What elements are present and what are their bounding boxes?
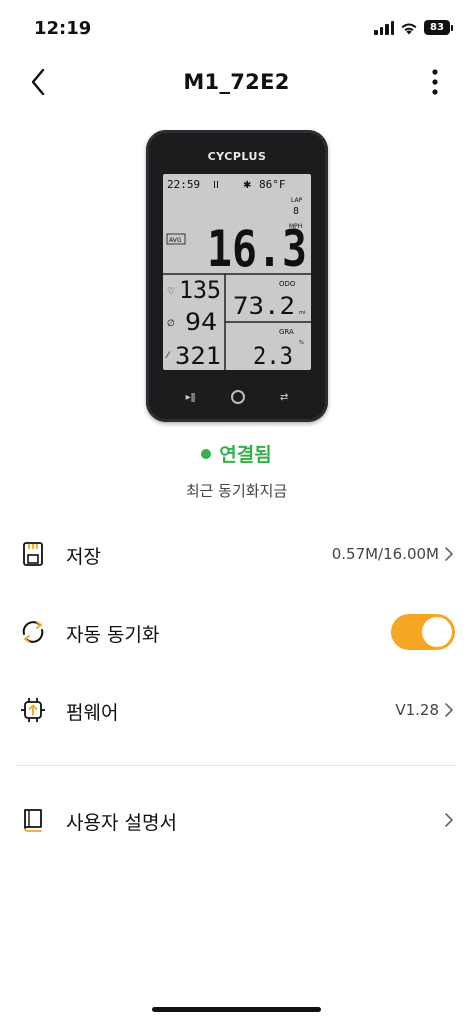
last-sync-text: 최근 동기화지금 (185, 482, 288, 500)
screen-gra-unit: % (299, 340, 304, 346)
screen-gra-value: 2.3 (253, 342, 293, 370)
home-indicator[interactable] (152, 1007, 321, 1012)
user-manual-row[interactable]: 사용자 설명서 (0, 790, 473, 850)
more-options-button[interactable] (417, 64, 453, 100)
status-time: 12:19 (34, 18, 92, 39)
device-brand: CYCPLUS (207, 150, 267, 163)
device-image: CYCPLUS 22:59 II ✱ 86°F LAP 8 AVG 16.3 M… (146, 130, 328, 422)
connected-dot-icon (201, 449, 212, 459)
play-pause-icon: ▸ǁ (185, 391, 196, 403)
device-buttons: ▸ǁ ⇄ (146, 390, 328, 404)
screen-avg-label: AVG (169, 237, 182, 244)
connection-status: 연결됨 (0, 440, 473, 467)
screen-lap-label: LAP (291, 197, 303, 204)
auto-sync-toggle[interactable] (391, 614, 455, 650)
storage-label: 저장 (66, 546, 101, 568)
status-icons: 83 (374, 20, 453, 35)
device-screen: 22:59 II ✱ 86°F LAP 8 AVG 16.3 MPH ♡ 135… (163, 174, 311, 370)
toggle-knob (422, 617, 452, 647)
connection-status-text: 연결됨 (219, 444, 272, 466)
page-title: M1_72E2 (183, 70, 290, 94)
screen-speed-unit: MPH (289, 223, 302, 230)
screen-temperature: 86°F (259, 178, 286, 191)
cellular-signal-icon (374, 20, 394, 35)
firmware-label: 펌웨어 (66, 702, 119, 724)
book-icon (18, 805, 48, 835)
chevron-right-icon (445, 547, 453, 561)
storage-value: 0.57M/16.00M (331, 545, 439, 563)
status-bar: 12:19 83 (0, 0, 473, 54)
screen-gra-label: GRA (279, 328, 294, 336)
sync-icon (18, 617, 48, 647)
storage-icon (18, 539, 48, 569)
battery-level: 83 (424, 20, 450, 35)
wifi-icon (401, 23, 417, 34)
power-button-icon (230, 390, 245, 404)
firmware-icon (18, 695, 48, 725)
device-screen-display: 22:59 II ✱ 86°F LAP 8 AVG 16.3 MPH ♡ 135… (163, 178, 311, 370)
battery-icon: 83 (424, 20, 453, 35)
more-vertical-icon (432, 69, 438, 95)
svg-text:✱: ✱ (243, 180, 251, 191)
svg-text:II: II (213, 180, 219, 191)
swap-icon: ⇄ (280, 391, 289, 403)
user-manual-label: 사용자 설명서 (66, 812, 177, 834)
screen-lap-value: 8 (293, 206, 299, 217)
screen-altitude: 321 (175, 342, 221, 370)
screen-odo-value: 73.2 (233, 292, 295, 320)
svg-text:♡: ♡ (167, 287, 175, 297)
screen-heart-rate: 135 (179, 276, 221, 304)
chevron-right-icon (445, 703, 453, 717)
firmware-value: V1.28 (395, 701, 439, 719)
svg-text:∅: ∅ (167, 319, 175, 329)
auto-sync-row: 자동 동기화 (0, 602, 473, 662)
screen-cadence: 94 (185, 308, 217, 336)
header: M1_72E2 (0, 56, 473, 110)
screen-odo-unit: mi (299, 310, 305, 316)
screen-odo-label: ODO (279, 280, 296, 288)
screen-clock: 22:59 (167, 178, 200, 191)
svg-text:⁄: ⁄ (165, 351, 171, 361)
divider (16, 765, 457, 766)
firmware-row[interactable]: 펌웨어 V1.28 (0, 680, 473, 740)
auto-sync-label: 자동 동기화 (66, 624, 160, 646)
chevron-right-icon (445, 813, 453, 827)
storage-row[interactable]: 저장 0.57M/16.00M (0, 524, 473, 584)
